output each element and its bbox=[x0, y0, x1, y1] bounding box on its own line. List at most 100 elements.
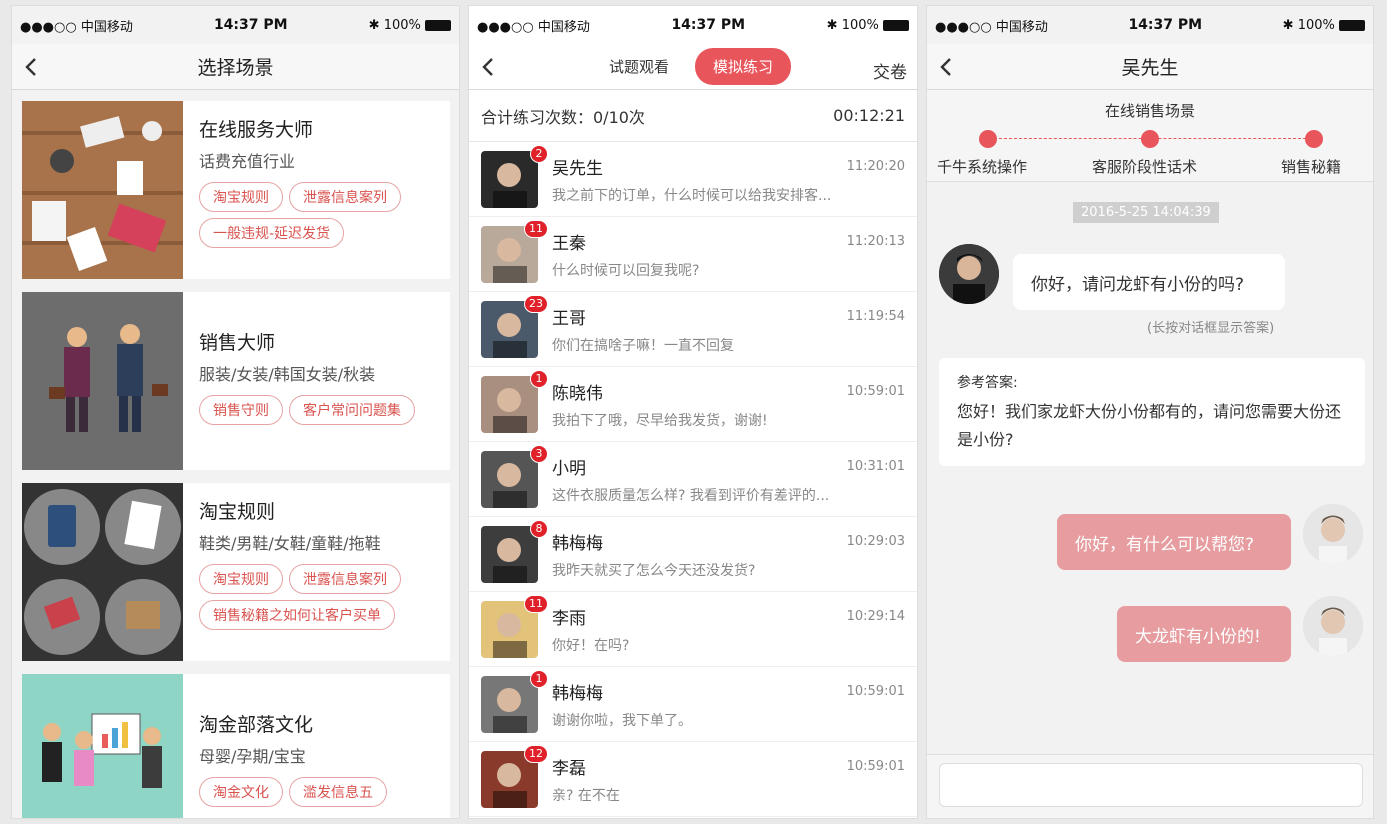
contact-item[interactable]: 23 王哥 11:19:54 你们在搞啥子嘛！一直不回复 bbox=[469, 292, 917, 367]
scene-card[interactable]: 淘金部落文化 母婴/孕期/宝宝 淘金文化 滥发信息五 bbox=[22, 674, 450, 818]
contact-name: 吴先生 bbox=[552, 158, 603, 179]
contact-time: 10:59:01 bbox=[846, 683, 905, 699]
scene-category: 母婴/孕期/宝宝 bbox=[199, 747, 306, 766]
unread-badge: 1 bbox=[530, 369, 548, 388]
scene-title: 淘宝规则 bbox=[199, 501, 276, 523]
contact-item[interactable]: 12 李磊 10:59:01 亲? 在不在 bbox=[469, 742, 917, 817]
contact-item[interactable]: 3 小明 10:31:01 这件衣服质量怎么样? 我看到评价有差评的... bbox=[469, 442, 917, 517]
contact-last-message: 我昨天就买了怎么今天还没发货? bbox=[552, 562, 756, 579]
outgoing-message[interactable]: 你好，有什么可以帮您? bbox=[1057, 514, 1291, 570]
avatar-image bbox=[481, 150, 538, 208]
contact-time: 10:59:01 bbox=[846, 383, 905, 399]
scene-card[interactable]: 销售大师 服装/女装/韩国女装/秋装 销售守则 客户常问问题集 bbox=[22, 292, 450, 470]
composer-bar bbox=[927, 754, 1373, 818]
scene-tag[interactable]: 客户常问问题集 bbox=[289, 395, 415, 425]
contact-last-message: 我拍下了哦，尽早给我发货，谢谢! bbox=[552, 412, 768, 429]
status-bar: ●●●○○ 中国移动 14:37 PM ✱ 100% bbox=[469, 6, 917, 44]
step-dot[interactable] bbox=[1305, 130, 1323, 148]
person-icon bbox=[493, 162, 527, 208]
chevron-left-icon bbox=[940, 58, 951, 76]
contact-time: 10:29:14 bbox=[846, 608, 905, 624]
contact-item[interactable]: 1 陈晓伟 10:59:01 我拍下了哦，尽早给我发货，谢谢! bbox=[469, 367, 917, 442]
scene-tag[interactable]: 泄露信息案列 bbox=[289, 182, 401, 212]
contact-item[interactable]: 8 韩梅梅 10:29:03 我昨天就买了怎么今天还没发货? bbox=[469, 517, 917, 592]
contact-name: 小明 bbox=[552, 458, 586, 479]
battery: ✱ 100% bbox=[1283, 18, 1365, 33]
answer-heading: 参考答案: bbox=[957, 375, 1018, 391]
carrier-signal: ●●●○○ 中国移动 bbox=[477, 19, 590, 35]
clock: 14:37 PM bbox=[671, 17, 746, 33]
outgoing-message[interactable]: 大龙虾有小份的! bbox=[1117, 606, 1291, 662]
practice-timer: 00:12:21 bbox=[833, 106, 905, 125]
step-label: 销售秘籍 bbox=[1281, 158, 1342, 176]
contact-last-message: 谢谢你啦，我下单了。 bbox=[552, 712, 692, 729]
avatar-image bbox=[481, 450, 538, 508]
contact-item[interactable]: 11 王秦 11:20:13 什么时候可以回复我呢? bbox=[469, 217, 917, 292]
unread-badge: 11 bbox=[524, 219, 548, 238]
person-icon bbox=[493, 462, 527, 508]
contact-name: 李雨 bbox=[552, 608, 586, 629]
team-illustration bbox=[22, 674, 183, 818]
contact-avatar: 8 bbox=[481, 519, 548, 583]
message-input[interactable] bbox=[939, 763, 1363, 807]
contact-time: 11:20:20 bbox=[846, 158, 905, 174]
carrier-signal: ●●●○○ 中国移动 bbox=[20, 19, 133, 35]
incoming-message-text: 你好，请问龙虾有小份的吗? bbox=[1031, 274, 1245, 295]
scene-card[interactable]: 淘宝规则 鞋类/男鞋/女鞋/童鞋/拖鞋 淘宝规则 泄露信息案列 销售秘籍之如何让… bbox=[22, 483, 450, 661]
submit-button[interactable]: 交卷 bbox=[873, 58, 907, 83]
contact-time: 10:29:03 bbox=[846, 533, 905, 549]
battery: ✱ 100% bbox=[827, 18, 909, 33]
outgoing-message-text: 你好，有什么可以帮您? bbox=[1075, 534, 1255, 555]
contact-list: 2 吴先生 11:20:20 我之前下的订单，什么时候可以给我安排客... 11 王秦 11… bbox=[469, 142, 917, 817]
contact-last-message: 什么时候可以回复我呢? bbox=[552, 262, 700, 279]
back-button[interactable] bbox=[22, 56, 42, 78]
practice-summary: 合计练习次数：0/10次 00:12:21 bbox=[469, 90, 917, 142]
reference-answer: 参考答案: 您好！我们家龙虾大份小份都有的，请问您需要大份还是小份? bbox=[939, 358, 1365, 466]
scene-tag[interactable]: 滥发信息五 bbox=[289, 777, 387, 807]
scene-category: 话费充值行业 bbox=[199, 152, 296, 171]
avatar-image bbox=[481, 525, 538, 583]
incoming-message[interactable]: 你好，请问龙虾有小份的吗? bbox=[1013, 254, 1285, 310]
contact-avatar: 1 bbox=[481, 669, 548, 733]
scene-category: 服装/女装/韩国女装/秋装 bbox=[199, 365, 376, 384]
scene-tag[interactable]: 淘宝规则 bbox=[199, 564, 283, 594]
contact-avatar: 23 bbox=[481, 294, 548, 358]
outgoing-message-text: 大龙虾有小份的! bbox=[1135, 626, 1261, 647]
contact-item[interactable]: 11 李雨 10:29:14 你好！在吗? bbox=[469, 592, 917, 667]
scene-select-screen: ●●●○○ 中国移动 14:37 PM ✱ 100% 选择场景 在线服务大师 话… bbox=[11, 5, 460, 819]
contact-time: 11:20:13 bbox=[846, 233, 905, 249]
scene-tag[interactable]: 销售守则 bbox=[199, 395, 283, 425]
practice-list-screen: ●●●○○ 中国移动 14:37 PM ✱ 100% 试题观看 模拟练习 交卷 … bbox=[468, 5, 918, 819]
tab-simulated-practice[interactable]: 模拟练习 bbox=[695, 48, 792, 85]
contact-avatar: 11 bbox=[481, 219, 548, 283]
status-bar: ●●●○○ 中国移动 14:37 PM ✱ 100% bbox=[12, 6, 459, 44]
scene-card[interactable]: 在线服务大师 话费充值行业 淘宝规则 泄露信息案列 一般违规-延迟发货 bbox=[22, 101, 450, 279]
scene-category: 鞋类/男鞋/女鞋/童鞋/拖鞋 bbox=[199, 534, 381, 553]
step-dot[interactable] bbox=[979, 130, 997, 148]
scene-name: 在线销售场景 bbox=[1104, 102, 1195, 120]
back-button[interactable] bbox=[937, 56, 957, 78]
contact-item[interactable]: 1 韩梅梅 10:59:01 谢谢你啦，我下单了。 bbox=[469, 667, 917, 742]
scene-thumbnail bbox=[22, 674, 183, 818]
battery-icon bbox=[883, 19, 909, 31]
scene-tag[interactable]: 淘宝规则 bbox=[199, 182, 283, 212]
tab-view-questions[interactable]: 试题观看 bbox=[595, 50, 683, 83]
agent-avatar bbox=[1303, 504, 1363, 564]
back-button[interactable] bbox=[479, 56, 499, 78]
scene-thumbnail bbox=[22, 292, 183, 470]
scene-tag[interactable]: 淘金文化 bbox=[199, 777, 283, 807]
contact-item[interactable]: 2 吴先生 11:20:20 我之前下的订单，什么时候可以给我安排客... bbox=[469, 142, 917, 217]
scene-thumbnail bbox=[22, 101, 183, 279]
person-icon bbox=[1303, 504, 1363, 564]
scene-tag[interactable]: 一般违规-延迟发货 bbox=[199, 218, 345, 248]
avatar-image bbox=[481, 375, 538, 433]
contact-name: 李磊 bbox=[552, 758, 586, 779]
contact-last-message: 你好！在吗? bbox=[552, 637, 630, 654]
battery-icon bbox=[425, 19, 451, 31]
scene-tag[interactable]: 销售秘籍之如何让客户买单 bbox=[199, 600, 395, 630]
person-icon bbox=[939, 244, 999, 304]
step-dot[interactable] bbox=[1141, 130, 1159, 148]
scene-tag[interactable]: 泄露信息案列 bbox=[289, 564, 401, 594]
chevron-left-icon bbox=[482, 58, 493, 76]
unread-badge: 8 bbox=[530, 519, 548, 538]
